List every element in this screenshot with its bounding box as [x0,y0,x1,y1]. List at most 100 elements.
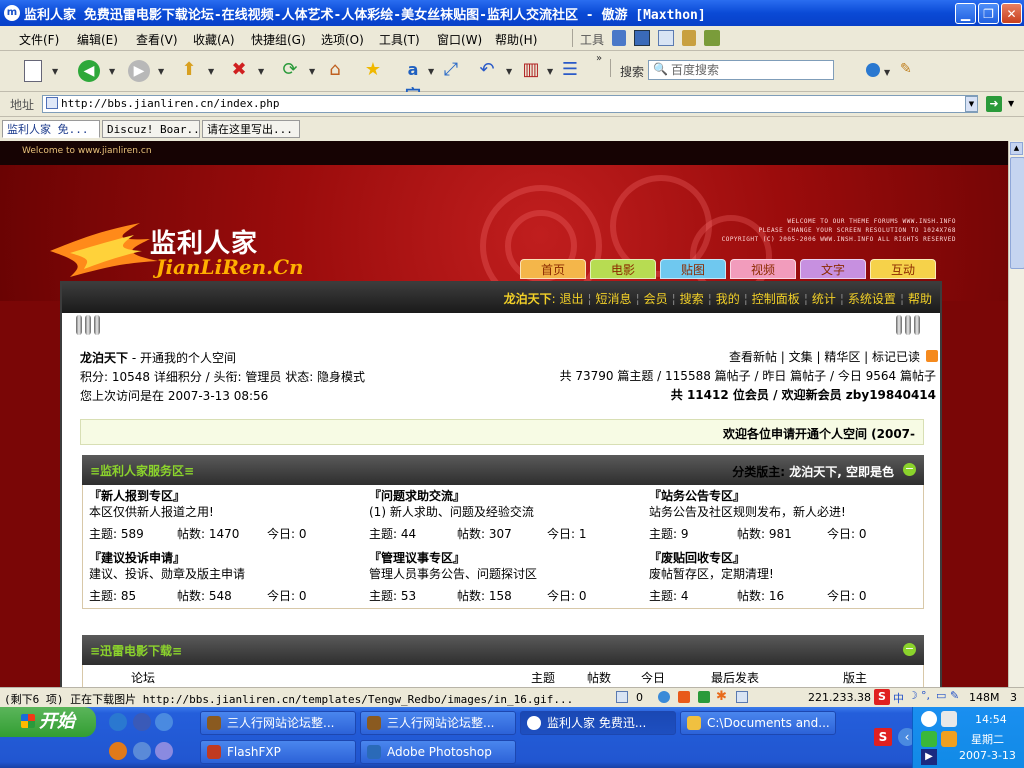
clock-weekday[interactable]: 星期二 [971,731,1004,747]
title-bar[interactable]: m 监利人家 免费迅雷电影下载论坛-在线视频-人体艺术-人体彩绘-美女丝袜贴图-… [0,0,1024,26]
link-search[interactable]: 搜索 [680,292,704,306]
taskbar-button-forum2[interactable]: 三人行网站论坛整... [360,711,516,735]
menu-file[interactable]: 文件(F) [19,31,59,48]
start-button[interactable]: 开始 [0,707,96,737]
search-input[interactable]: 百度搜索 [648,60,834,80]
sogou-tray-icon[interactable]: S [874,728,892,746]
link-logout[interactable]: 退出 [559,292,583,306]
link-help[interactable]: 帮助 [908,292,932,306]
popup-block-icon[interactable] [678,691,690,703]
media-quicklaunch-icon[interactable] [155,742,173,760]
highlight-pen-icon[interactable]: ✎ [900,61,912,77]
clock-date[interactable]: 2007-3-13 [959,749,1016,762]
ime-tool-icon[interactable]: ✎ [950,689,959,702]
scroll-up-icon[interactable]: ▲ [1010,142,1023,155]
category-title[interactable]: ≡监利人家服务区≡ [90,462,194,479]
download-icon[interactable] [616,691,628,703]
ime-moon-icon[interactable]: ☽ [908,689,918,702]
chevron-down-icon[interactable]: ▼ [109,67,115,76]
chevron-down-icon[interactable]: ▼ [547,67,553,76]
ime-chinese-icon[interactable]: 中 [893,690,904,706]
logo-english[interactable]: JianLiRen.Cn [156,255,304,279]
tool-window-icon[interactable] [634,30,650,46]
menu-view[interactable]: 查看(V) [136,31,178,48]
scrollbar-thumb[interactable] [1010,157,1024,269]
favorites-star-icon[interactable]: ★ [360,57,386,83]
flash-block-icon[interactable]: ✱ [716,689,727,704]
nav-tab-text[interactable]: 文字 [800,259,866,279]
profile-username[interactable]: 龙泊天下 [80,351,128,365]
go-arrow-icon[interactable]: ➜ [986,96,1002,112]
ime-keyboard-icon[interactable]: ▭ [936,689,946,702]
refresh-icon[interactable]: ⟳ [277,57,303,83]
taskbar-button-photoshop[interactable]: Adobe Photoshop [360,740,516,764]
clock-time[interactable]: 14:54 [975,713,1007,726]
link-control-panel[interactable]: 控制面板 [752,292,800,306]
maxthon-quicklaunch-icon[interactable] [133,713,151,731]
up-folder-icon[interactable]: ⬆ [176,57,202,83]
menu-options[interactable]: 选项(O) [321,31,364,48]
link-members[interactable]: 会员 [644,292,668,306]
tool-plugin-icon[interactable] [704,30,720,46]
status-icon-1[interactable] [658,691,670,703]
taskbar-button-maxthon[interactable]: 监利人家 免费迅... [520,711,676,735]
ime-punct-icon[interactable]: °, [921,689,930,702]
url-input[interactable]: http://bbs.jianliren.cn/index.php [42,95,978,113]
rss-icon[interactable] [926,350,938,362]
url-dropdown-icon[interactable]: ▼ [965,96,978,112]
link-stats[interactable]: 统计 [812,292,836,306]
stop-icon[interactable]: ✖ [226,57,252,83]
username[interactable]: 龙泊天下 [504,292,552,306]
chevron-down-icon[interactable]: ▼ [258,67,264,76]
toolbox-icon[interactable]: ▥ [518,57,544,83]
tab-discuz[interactable]: Discuz! Boar... [102,120,200,138]
status-icon-2[interactable] [698,691,710,703]
collapse-icon[interactable]: − [903,463,916,476]
chevron-down-icon[interactable]: ▼ [1008,99,1014,108]
menu-groups[interactable]: 快捷组(G) [251,31,306,48]
open-space-link[interactable]: - 开通我的个人空间 [128,351,236,365]
taskbar-button-forum1[interactable]: 三人行网站论坛整... [200,711,356,735]
chevron-down-icon[interactable]: ▼ [309,67,315,76]
chevron-down-icon[interactable]: ▼ [52,67,58,76]
nav-tab-interact[interactable]: 互动 [870,259,936,279]
forward-icon[interactable]: ▶ [126,57,152,83]
ie-quicklaunch-icon[interactable] [109,713,127,731]
status-icon-3[interactable] [736,691,748,703]
forum-name[interactable]: 『新人报到专区』 [89,487,185,504]
new-page-icon[interactable] [20,57,46,83]
vertical-scrollbar[interactable]: ▲ [1008,141,1024,687]
more-chevron-icon[interactable]: » [596,53,602,64]
tool-clean-icon[interactable] [682,30,696,46]
tray-maxthon-icon[interactable] [921,711,937,727]
tab-jianliren[interactable]: 监利人家 免... [2,120,100,138]
chevron-down-icon[interactable]: ▼ [428,67,434,76]
tray-network-icon[interactable] [941,711,957,727]
firefox-quicklaunch-icon[interactable] [109,742,127,760]
forum-name[interactable]: 『管理议事专区』 [369,549,465,566]
tab-write-here[interactable]: 请在这里写出... [202,120,300,138]
menu-help[interactable]: 帮助(H) [495,31,537,48]
undo-close-icon[interactable]: ↶ [474,57,500,83]
chevron-down-icon[interactable]: ▼ [208,67,214,76]
menu-favorites[interactable]: 收藏(A) [193,31,235,48]
close-button[interactable]: ✕ [1001,3,1022,24]
menu-tools[interactable]: 工具(T) [379,31,420,48]
announcement-text[interactable]: 欢迎各位申请开通个人空间 (2007- [723,425,915,442]
back-icon[interactable]: ◀ [76,57,102,83]
screen-capture-icon[interactable]: ⤢ [438,57,464,83]
forum-name[interactable]: 『建议投诉申请』 [89,549,185,566]
category-title[interactable]: ≡迅雷电影下载≡ [90,642,182,659]
forum-name[interactable]: 『废贴回收专区』 [649,549,745,566]
translate-icon[interactable]: a字 [400,57,426,105]
quick-links[interactable]: 查看新帖 | 文集 | 精华区 | 标记已读 [729,348,920,365]
tool-icon-1[interactable] [612,30,626,46]
tool-screen-icon[interactable] [658,30,674,46]
link-system-settings[interactable]: 系统设置 [848,292,896,306]
search-engine-globe-icon[interactable] [866,63,880,77]
tray-media-icon[interactable]: ▶ [921,749,937,765]
maxthon-app-icon[interactable]: m [4,5,20,21]
menu-edit[interactable]: 编辑(E) [77,31,118,48]
nav-tab-video[interactable]: 视频 [730,259,796,279]
chevron-down-icon[interactable]: ▼ [884,68,890,77]
